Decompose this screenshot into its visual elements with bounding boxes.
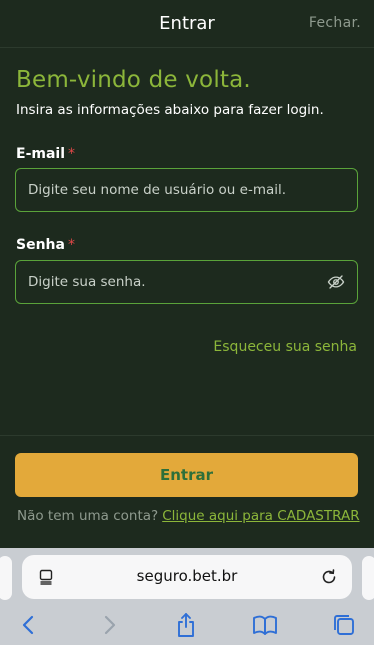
- reload-icon[interactable]: [320, 568, 338, 586]
- next-tab-preview[interactable]: [362, 556, 374, 600]
- no-account-text: Não tem uma conta?: [17, 508, 159, 524]
- bookmarks-icon[interactable]: [252, 612, 278, 638]
- divider: [0, 435, 374, 436]
- eye-slash-icon[interactable]: [327, 273, 345, 291]
- welcome-heading: Bem-vindo de volta.: [16, 67, 251, 93]
- register-prompt: Não tem uma conta? Clique aqui para CADAS…: [17, 508, 360, 524]
- tabs-icon[interactable]: [331, 612, 357, 638]
- browser-chrome: seguro.bet.br: [0, 548, 374, 645]
- close-button[interactable]: Fechar.: [309, 15, 361, 31]
- password-field[interactable]: [16, 261, 357, 303]
- browser-toolbar: [0, 604, 374, 645]
- email-label-text: E-mail: [16, 146, 66, 162]
- address-bar[interactable]: seguro.bet.br: [22, 555, 352, 599]
- email-field[interactable]: [16, 169, 357, 211]
- share-icon[interactable]: [173, 612, 199, 638]
- password-label-text: Senha: [16, 237, 65, 253]
- back-icon[interactable]: [16, 612, 42, 638]
- welcome-subtitle: Insira as informações abaixo para fazer …: [16, 102, 324, 118]
- password-label: Senha *: [16, 237, 75, 253]
- email-field-container: [15, 168, 358, 212]
- required-marker: *: [68, 146, 76, 162]
- forgot-password-link[interactable]: Esqueceu sua senha: [213, 339, 357, 355]
- password-field-container: [15, 260, 358, 304]
- url-text: seguro.bet.br: [136, 567, 238, 585]
- previous-tab-preview[interactable]: [0, 556, 12, 600]
- header: Entrar Fechar.: [0, 0, 374, 48]
- login-screen: Entrar Fechar. Bem-vindo de volta. Insir…: [0, 0, 374, 548]
- forward-icon[interactable]: [96, 612, 122, 638]
- required-marker: *: [67, 237, 75, 253]
- email-label: E-mail *: [16, 146, 75, 162]
- login-button[interactable]: Entrar: [15, 453, 358, 497]
- register-link[interactable]: Clique aqui para CADASTRAR: [162, 508, 359, 524]
